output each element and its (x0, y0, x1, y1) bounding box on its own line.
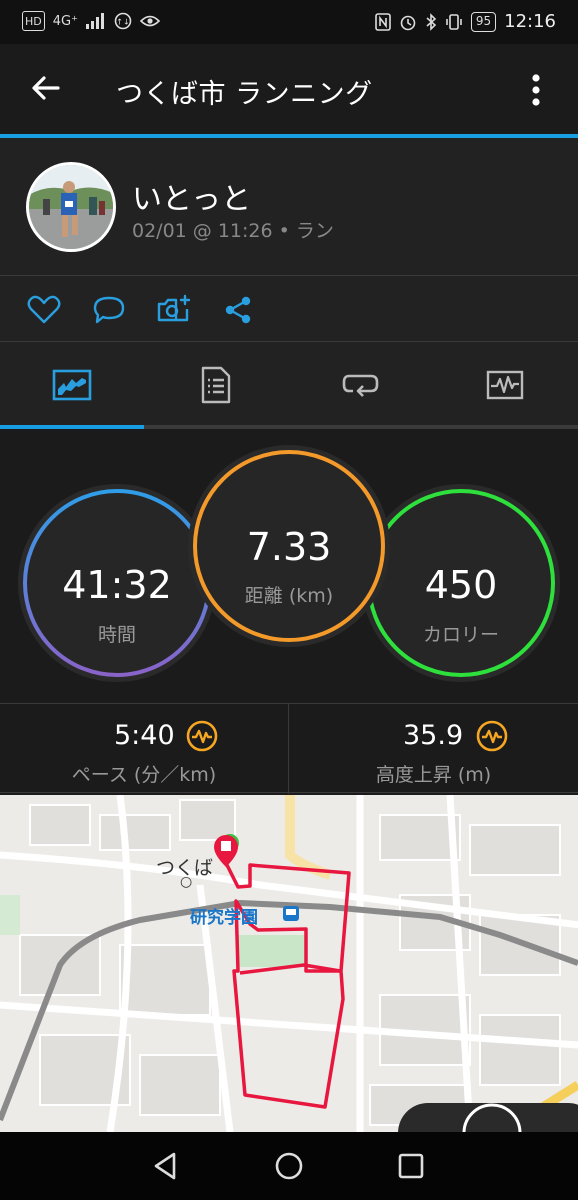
comment-button[interactable] (89, 290, 129, 330)
nav-recents-icon[interactable] (395, 1150, 427, 1182)
more-options-button[interactable] (514, 70, 558, 110)
map-station-label: 研究学園 (190, 908, 258, 928)
heart-icon (27, 295, 61, 324)
nav-back-icon[interactable] (150, 1150, 182, 1182)
vibrate-icon (445, 12, 463, 32)
bluetooth-icon (425, 12, 437, 32)
tab-graphs[interactable] (433, 342, 577, 428)
like-button[interactable] (24, 290, 64, 330)
distance-value: 7.33 (246, 525, 332, 569)
loop-icon (342, 374, 379, 397)
alarm-icon (399, 12, 417, 32)
comment-icon (93, 296, 125, 324)
route-map[interactable]: つくば ○ 研究学園 (0, 795, 578, 1132)
map-tiles (0, 795, 578, 1132)
time-value: 41:32 (62, 563, 172, 607)
pace-insight-icon[interactable] (186, 720, 218, 752)
more-vert-icon (532, 74, 540, 106)
data-saver-icon: ↑↓ (114, 11, 132, 31)
calories-value: 450 (424, 563, 498, 607)
chart-icon (52, 369, 92, 401)
nav-home-icon[interactable] (273, 1150, 305, 1182)
share-button[interactable] (218, 290, 258, 330)
nfc-icon (375, 12, 391, 32)
add-photo-icon (157, 294, 191, 322)
time-label: 時間 (97, 624, 136, 646)
avatar[interactable] (26, 162, 116, 252)
clock: 12:16 (504, 11, 556, 32)
pace-label: ペース (分／km) (71, 764, 217, 786)
system-nav-bar (0, 1132, 578, 1200)
avatar-photo (29, 165, 113, 249)
calories-label: カロリー (422, 624, 499, 646)
svg-text:↑↓: ↑↓ (116, 18, 129, 27)
elevation-insight-icon[interactable] (476, 720, 508, 752)
network-type: 4G⁺ (52, 13, 78, 29)
page-title: つくば市 ランニング (116, 79, 373, 110)
tab-summary[interactable] (0, 342, 144, 428)
battery-indicator: 95 (470, 11, 497, 32)
user-name[interactable]: いとっと (132, 174, 251, 218)
action-bar (0, 276, 578, 342)
elevation-value: 35.9 (403, 720, 464, 751)
metrics-rings: 41:32 時間 7.33 距離 (km) 450 カロリー (0, 429, 578, 703)
tab-laps[interactable] (289, 342, 433, 428)
share-icon (225, 296, 251, 324)
signal-icon (85, 11, 106, 31)
pace-value: 5:40 (114, 720, 175, 751)
activity-tabs (0, 342, 578, 430)
arrow-left-icon (32, 76, 60, 100)
tab-details[interactable] (144, 342, 288, 428)
hd-icon: HD (22, 11, 45, 31)
secondary-stats: 5:40 ペース (分／km) 35.9 高度上昇 (m) (0, 703, 578, 794)
status-bar: HD 4G⁺ ↑↓ 95 12:16 (0, 0, 578, 44)
app-bar: つくば市 ランニング (0, 44, 578, 134)
add-photo-button[interactable] (154, 290, 194, 330)
map-city-dot: ○ (180, 874, 193, 890)
activity-owner: いとっと 02/01 @ 11:26 • ラン (0, 138, 578, 276)
activity-graph-icon (486, 370, 524, 400)
distance-label: 距離 (km) (244, 585, 334, 607)
activity-meta: 02/01 @ 11:26 • ラン (132, 220, 334, 242)
eye-comfort-icon (139, 11, 160, 31)
document-icon (201, 366, 231, 404)
elevation-label: 高度上昇 (m) (375, 764, 492, 786)
back-button[interactable] (28, 70, 64, 106)
